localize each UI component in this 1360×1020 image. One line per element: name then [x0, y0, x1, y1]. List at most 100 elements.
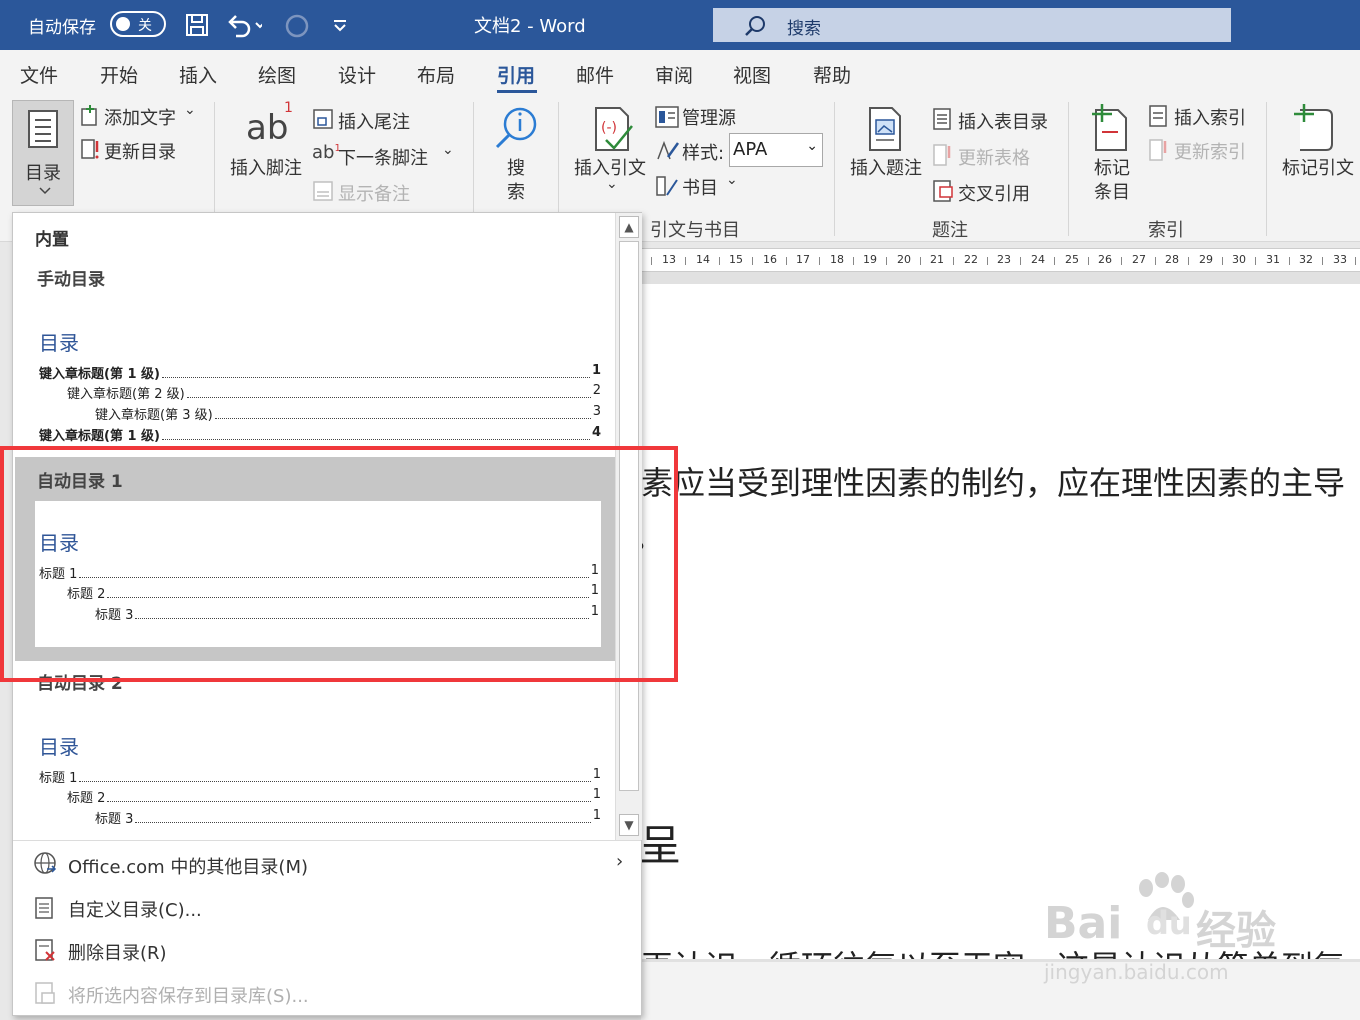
- undo-icon[interactable]: [226, 12, 265, 45]
- ruler-number: 29: [1199, 253, 1213, 266]
- chevron-down-icon[interactable]: ⌄: [606, 176, 618, 192]
- document-title: 文档2 - Word: [474, 16, 586, 37]
- horizontal-ruler: 13 14 15 16 17 18 19 20 21 22 23 24 25 2…: [641, 248, 1360, 272]
- insert-endnote-icon: [313, 109, 333, 129]
- insert-index-icon: [1149, 105, 1167, 127]
- tab-insert[interactable]: 插入: [179, 61, 217, 88]
- globe-icon: [34, 852, 57, 874]
- tab-draw[interactable]: 绘图: [258, 61, 296, 88]
- autosave-toggle[interactable]: 关: [110, 11, 166, 37]
- highlight-annotation: [0, 446, 678, 682]
- toc-preview-entry: 标题 11: [39, 767, 601, 786]
- redo-icon[interactable]: [284, 12, 310, 45]
- tab-mailings[interactable]: 邮件: [576, 61, 614, 88]
- tab-design[interactable]: 设计: [338, 61, 376, 88]
- insert-footnote-button[interactable]: 插入脚注: [230, 154, 302, 180]
- chevron-down-icon[interactable]: ⌄: [726, 172, 738, 188]
- customize-toolbar-icon[interactable]: [332, 12, 348, 45]
- toc-preview-title: 目录: [39, 331, 79, 355]
- insert-table-of-figures-button[interactable]: 插入表目录: [958, 108, 1048, 134]
- tab-review[interactable]: 审阅: [655, 61, 693, 88]
- tab-file[interactable]: 文件: [20, 61, 58, 88]
- mark-citation-button[interactable]: 标记引文: [1282, 154, 1354, 180]
- add-text-button[interactable]: 添加文字: [104, 104, 176, 130]
- scroll-up-arrow-icon[interactable]: ▲: [619, 216, 639, 238]
- mark-entry-label-1[interactable]: 标记: [1094, 154, 1130, 180]
- toc-button[interactable]: 目录: [12, 100, 74, 206]
- cross-reference-icon: [933, 180, 953, 202]
- insert-caption-icon: [869, 107, 901, 151]
- insert-table-of-figures-icon: [933, 108, 951, 130]
- ruler-tick: [1054, 257, 1055, 265]
- ruler-number: 20: [897, 253, 911, 266]
- toc-preview-entry: 键入章标题(第 2 级) 2: [67, 383, 601, 402]
- toc-preview-entry: 标题 21: [67, 787, 601, 806]
- ruler-tick: [752, 257, 753, 265]
- insert-endnote-button[interactable]: 插入尾注: [338, 108, 410, 134]
- group-separator: [1068, 102, 1069, 236]
- citation-style-select[interactable]: APA ⌄: [729, 133, 823, 167]
- next-footnote-button[interactable]: 下一条脚注: [338, 144, 428, 170]
- tab-view[interactable]: 视图: [733, 61, 771, 88]
- ruler-tick: [1222, 257, 1223, 265]
- ruler-number: 31: [1266, 253, 1280, 266]
- tab-layout[interactable]: 布局: [417, 61, 455, 88]
- ruler-tick: [1322, 257, 1323, 265]
- save-icon[interactable]: [184, 12, 210, 45]
- chevron-down-icon[interactable]: ⌄: [184, 102, 196, 118]
- cross-reference-button[interactable]: 交叉引用: [958, 180, 1030, 206]
- insert-citation-icon: (-): [595, 107, 633, 151]
- index-group-label: 索引: [1148, 220, 1184, 241]
- tab-references[interactable]: 引用: [497, 61, 535, 88]
- delete-document-icon: [35, 939, 55, 961]
- watermark: Bai du 经验 jingyan.baidu.com: [1040, 870, 1300, 990]
- show-notes-button[interactable]: 显示备注: [338, 180, 410, 206]
- search-box[interactable]: 搜索: [713, 8, 1231, 42]
- group-separator: [1266, 102, 1267, 236]
- search-button-label-1[interactable]: 搜: [507, 154, 525, 180]
- insert-index-button[interactable]: 插入索引: [1174, 104, 1246, 130]
- tab-home[interactable]: 开始: [100, 61, 138, 88]
- mark-entry-icon: [1092, 104, 1127, 151]
- ruler-number: 32: [1299, 253, 1313, 266]
- menu-divider: [13, 840, 641, 841]
- svg-text:(-): (-): [601, 120, 617, 136]
- group-separator: [834, 102, 835, 236]
- search-button-label-2[interactable]: 索: [507, 178, 525, 204]
- mark-entry-label-2[interactable]: 条目: [1094, 178, 1130, 204]
- ruler-tick: [1121, 257, 1122, 265]
- chevron-down-icon[interactable]: ⌄: [442, 142, 454, 158]
- document-text-line[interactable]: 素应当受到理性因素的制约，应在理性因素的主导: [641, 458, 1345, 504]
- ruler-number: 23: [997, 253, 1011, 266]
- tab-help[interactable]: 帮助: [813, 61, 851, 88]
- scroll-down-arrow-icon[interactable]: ▼: [619, 814, 639, 836]
- toc-button-label: 目录: [25, 163, 61, 184]
- document-page[interactable]: 素应当受到理性因素的制约，应在理性因素的主导 。 呈 再认识，循环往复以至无穷，…: [641, 284, 1360, 959]
- menu-item-label: Office.com 中的其他目录(M): [68, 857, 309, 878]
- chevron-down-icon: ⌄: [806, 138, 818, 154]
- bibliography-button[interactable]: 书目: [682, 174, 718, 200]
- insert-caption-button[interactable]: 插入题注: [850, 154, 922, 180]
- toc-preview-entry: 键入章标题(第 1 级) 1: [39, 363, 601, 382]
- chevron-right-icon: ›: [616, 851, 624, 872]
- citations-group-label: 引文与书目: [650, 220, 740, 241]
- toc-preview-entry: 键入章标题(第 3 级) 3: [95, 404, 601, 423]
- ruler-number: 28: [1165, 253, 1179, 266]
- save-to-gallery-icon: [35, 982, 55, 1004]
- document-heading[interactable]: 呈: [641, 812, 681, 873]
- ruler-tick: [1255, 257, 1256, 265]
- ruler-tick: [920, 257, 921, 265]
- mark-citation-icon: [1294, 104, 1333, 151]
- menu-item-label: 将所选内容保存到目录库(S)...: [68, 986, 309, 1007]
- update-index-button[interactable]: 更新索引: [1174, 138, 1246, 164]
- ruler-tick: [1188, 257, 1189, 265]
- citation-style-value: APA: [733, 139, 768, 160]
- ruler-number: 17: [796, 253, 810, 266]
- autosave-label: 自动保存: [28, 18, 96, 38]
- manage-sources-button[interactable]: 管理源: [682, 104, 736, 130]
- title-bar: 自动保存 关 文档2 - Word 搜索: [0, 0, 1360, 50]
- ruler-number: 24: [1031, 253, 1045, 266]
- update-table-button[interactable]: 更新表格: [958, 144, 1030, 170]
- update-toc-button[interactable]: 更新目录: [104, 138, 176, 164]
- ruler-number: 25: [1065, 253, 1079, 266]
